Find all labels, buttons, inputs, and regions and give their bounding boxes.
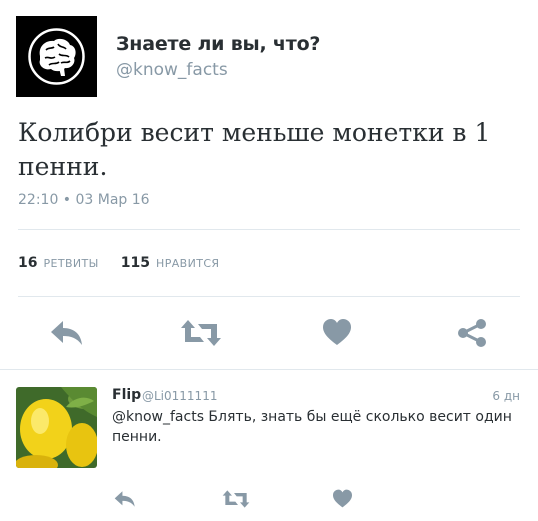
retweets-label[interactable]: РЕТВИТЫ	[43, 257, 98, 270]
like-button[interactable]	[322, 318, 352, 346]
author-display-name[interactable]: Знаете ли вы, что?	[116, 33, 320, 55]
reply-icon	[114, 491, 135, 507]
share-icon	[458, 319, 486, 347]
heart-icon	[323, 319, 351, 345]
tweet-timestamp: 22:10 • 03 Мар 16	[18, 192, 150, 208]
retweet-button[interactable]	[180, 318, 222, 348]
reply-text: @know_facts Блять, знать бы ещё сколько …	[112, 409, 512, 445]
retweet-icon	[222, 490, 250, 508]
reply-retweet-button[interactable]	[222, 489, 250, 509]
reply-like-button[interactable]	[332, 489, 353, 508]
author-avatar[interactable]	[16, 16, 97, 97]
retweet-icon	[181, 320, 221, 346]
retweets-count[interactable]: 16	[18, 255, 37, 271]
divider	[18, 229, 520, 230]
reply-timestamp: 6 дн	[492, 389, 520, 403]
tweet-stats: 16 РЕТВИТЫ 115 НРАВИТСЯ	[18, 255, 241, 271]
reply-author-avatar[interactable]	[16, 387, 97, 468]
reply-author-handle[interactable]: @Li0111111	[142, 389, 217, 403]
heart-icon	[333, 489, 352, 508]
reply-icon	[51, 321, 82, 345]
divider	[0, 369, 538, 370]
divider	[18, 296, 520, 297]
author-handle[interactable]: @know_facts	[116, 60, 228, 80]
tweet-text: Колибри весит меньше монетки в 1 пенни.	[18, 118, 491, 181]
lemon-avatar-icon	[16, 387, 97, 468]
brain-logo-icon	[16, 16, 97, 97]
share-button[interactable]	[456, 318, 488, 348]
reply-author-name[interactable]: Flip	[112, 387, 141, 403]
reply-reply-button[interactable]	[113, 490, 137, 508]
likes-count[interactable]: 115	[121, 255, 150, 271]
reply-button[interactable]	[49, 319, 85, 347]
likes-label[interactable]: НРАВИТСЯ	[156, 257, 219, 270]
